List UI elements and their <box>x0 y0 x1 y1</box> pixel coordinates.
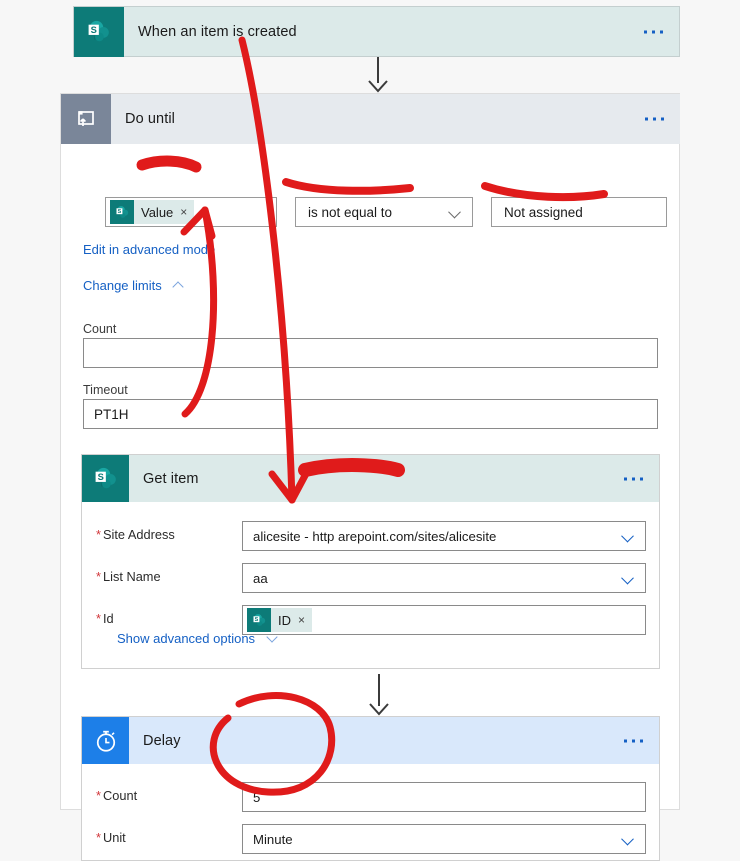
delay-count-value: 5 <box>253 789 261 805</box>
delay-row-count: * Count 5 <box>82 779 659 816</box>
delay-header[interactable]: Delay <box>82 717 659 764</box>
connector-arrow-get-item-to-delay <box>369 674 389 716</box>
sharepoint-icon: S <box>82 455 129 502</box>
do-until-header[interactable]: Do until <box>61 94 680 144</box>
timeout-input[interactable]: PT1H <box>83 399 658 429</box>
loop-icon <box>61 94 111 144</box>
delay-row-unit: * Unit Minute <box>82 821 659 858</box>
chevron-down-icon <box>450 209 461 215</box>
condition-operator-dropdown[interactable]: is not equal to <box>295 197 473 227</box>
sharepoint-icon: S <box>74 6 124 57</box>
site-address-label: * Site Address <box>96 527 175 542</box>
list-name-dropdown[interactable]: aa <box>242 563 646 593</box>
condition-operator-value: is not equal to <box>308 204 393 220</box>
token-remove-icon[interactable]: × <box>298 613 305 627</box>
action-card-delay: Delay * Count 5 * Unit Minute <box>81 716 660 861</box>
delay-more-icon[interactable] <box>624 739 643 742</box>
delay-unit-label: * Unit <box>96 830 126 845</box>
delay-unit-value: Minute <box>253 831 293 847</box>
get-item-header[interactable]: S Get item <box>82 455 659 502</box>
chevron-up-icon <box>174 280 183 289</box>
chevron-down-icon <box>623 575 634 581</box>
chevron-down-icon <box>268 633 277 642</box>
dynamic-content-token-value[interactable]: S Value × <box>110 200 195 224</box>
list-name-value: aa <box>253 570 268 586</box>
get-item-title: Get item <box>143 470 199 487</box>
token-remove-icon[interactable]: × <box>180 205 187 219</box>
do-until-more-icon[interactable] <box>645 117 664 121</box>
get-item-more-icon[interactable] <box>624 477 643 480</box>
show-advanced-label: Show advanced options <box>117 631 256 646</box>
stopwatch-icon <box>82 717 129 764</box>
change-limits-link[interactable]: Change limits <box>83 278 183 293</box>
scope-card-do-until: Do until S Value × is not equal to Not a… <box>60 93 680 861</box>
required-asterisk: * <box>96 830 101 845</box>
chevron-down-icon <box>623 533 634 539</box>
delay-count-label: * Count <box>96 788 138 803</box>
action-card-get-item: S Get item * Site Address alicesite - htt… <box>81 454 660 669</box>
timeout-label: Timeout <box>83 383 128 397</box>
token-label: ID <box>278 612 291 628</box>
delay-unit-dropdown[interactable]: Minute <box>242 824 646 854</box>
change-limits-label: Change limits <box>83 278 162 293</box>
get-item-row-list-name: * List Name aa <box>82 560 659 597</box>
condition-left-operand-field[interactable]: S Value × <box>105 197 277 227</box>
svg-text:S: S <box>91 24 97 34</box>
condition-value-text: Not assigned <box>504 204 583 220</box>
timeout-value: PT1H <box>94 406 129 422</box>
flow-designer-canvas: S When an item is created Do until S Val… <box>0 0 740 861</box>
condition-row: S Value × is not equal to Not assigned <box>105 197 667 227</box>
required-asterisk: * <box>96 611 101 626</box>
delay-title: Delay <box>143 732 181 749</box>
id-label: * Id <box>96 611 114 626</box>
svg-text:S: S <box>254 616 258 622</box>
count-label: Count <box>83 322 117 336</box>
edit-in-advanced-mode-link[interactable]: Edit in advanced mode <box>83 242 215 257</box>
required-asterisk: * <box>96 527 101 542</box>
trigger-card-when-an-item-is-created[interactable]: S When an item is created <box>73 6 680 57</box>
required-asterisk: * <box>96 788 101 803</box>
dynamic-content-token-id[interactable]: S ID × <box>247 608 313 632</box>
get-item-row-site-address: * Site Address alicesite - http arepoint.… <box>82 518 659 555</box>
required-asterisk: * <box>96 569 101 584</box>
do-until-title: Do until <box>125 111 175 127</box>
svg-text:S: S <box>97 471 103 481</box>
id-input[interactable]: S ID × <box>242 605 646 635</box>
trigger-more-icon[interactable] <box>644 30 663 33</box>
chevron-down-icon <box>623 836 634 842</box>
site-address-value: alicesite - http arepoint.com/sites/alic… <box>253 528 497 544</box>
sharepoint-icon: S <box>110 200 134 224</box>
site-address-dropdown[interactable]: alicesite - http arepoint.com/sites/alic… <box>242 521 646 551</box>
show-advanced-options-link[interactable]: Show advanced options <box>117 631 277 646</box>
svg-text:S: S <box>117 208 121 214</box>
count-input[interactable] <box>83 338 658 368</box>
condition-right-operand-input[interactable]: Not assigned <box>491 197 667 227</box>
edit-advanced-label: Edit in advanced mode <box>83 242 216 257</box>
delay-count-input[interactable]: 5 <box>242 782 646 812</box>
connector-arrow-trigger-to-scope <box>368 57 388 93</box>
list-name-label: * List Name <box>96 569 161 584</box>
token-label: Value <box>141 204 174 220</box>
do-until-body: S Value × is not equal to Not assigned E… <box>61 145 679 861</box>
trigger-title: When an item is created <box>138 23 297 40</box>
sharepoint-icon: S <box>247 608 271 632</box>
